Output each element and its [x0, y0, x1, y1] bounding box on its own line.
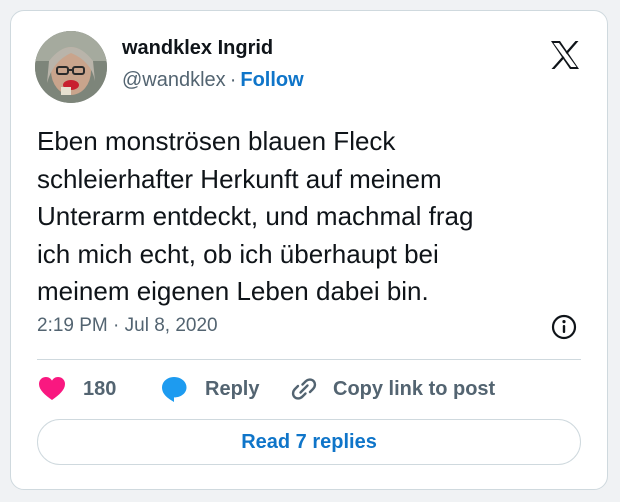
tweet-card: wandklex Ingrid @wandklex · Follow Eben mo… [10, 10, 608, 490]
tweet-text-line: Unterarm entdeckt, und machmal frag [37, 201, 474, 231]
tweet-text-line: meinem eigenen Leben dabei bin. [37, 276, 429, 306]
avatar-image [35, 31, 107, 103]
info-icon[interactable] [551, 314, 577, 340]
copy-link-button[interactable]: Copy link to post [289, 373, 495, 405]
handle-row: @wandklex · Follow [122, 69, 304, 92]
divider [37, 359, 581, 360]
reply-label: Reply [205, 377, 260, 400]
like-count: 180 [83, 377, 117, 400]
tweet-text-line: schleierhafter Herkunft auf meinem [37, 163, 442, 194]
author-name[interactable]: wandklex Ingrid [122, 37, 273, 60]
tweet-timestamp[interactable]: 2:19 PM · Jul 8, 2020 [37, 315, 218, 337]
tweet-text-line: ich mich echt, ob ich überhaupt bei [37, 238, 439, 269]
avatar[interactable] [35, 31, 107, 103]
x-logo-icon[interactable] [549, 39, 581, 71]
tweet-text-line: Eben monströsen blauen Fleck [37, 126, 396, 156]
follow-button[interactable]: Follow [240, 69, 303, 91]
heart-icon [37, 374, 67, 404]
copy-link-label: Copy link to post [333, 377, 496, 400]
link-icon [289, 374, 319, 404]
read-replies-button[interactable]: Read 7 replies [37, 419, 581, 465]
reply-button[interactable]: Reply [159, 373, 259, 405]
speech-bubble-icon [159, 374, 189, 404]
author-handle[interactable]: @wandklex [122, 69, 226, 91]
like-button[interactable]: 180 [37, 373, 116, 405]
tweet-text: Eben monströsen blauen Fleck schleierhaf… [37, 123, 557, 311]
separator-dot: · [229, 69, 237, 91]
